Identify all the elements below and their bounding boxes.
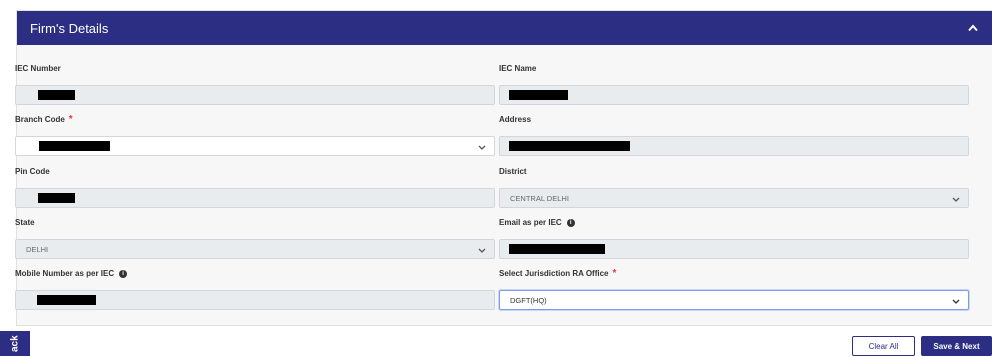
redacted-value (509, 141, 630, 151)
iec-name-field: IEC Name (499, 63, 969, 105)
district-field: District CENTRAL DELHI (499, 166, 969, 208)
redacted-value (509, 90, 568, 100)
mobile-input[interactable] (15, 290, 495, 310)
chevron-down-icon (478, 248, 486, 253)
info-icon[interactable]: i (566, 219, 575, 227)
iec-name-label: IEC Name (499, 64, 537, 73)
pin-code-input[interactable] (15, 188, 495, 208)
branch-code-select[interactable] (15, 136, 495, 156)
jurisdiction-value: DGFT(HQ) (510, 295, 547, 305)
state-field: State DELHI (15, 217, 495, 259)
district-select[interactable]: CENTRAL DELHI (499, 188, 969, 208)
redacted-value (39, 141, 110, 151)
address-input[interactable] (499, 136, 969, 156)
address-field: Address (499, 114, 969, 156)
redacted-value (509, 244, 605, 254)
redacted-value (38, 193, 75, 203)
email-field: Email as per IEC i (499, 217, 969, 259)
mobile-field: Mobile Number as per IEC i (15, 268, 495, 310)
redacted-value (37, 295, 96, 305)
clear-all-button[interactable]: Clear All (852, 336, 915, 356)
iec-number-input[interactable] (15, 85, 495, 105)
iec-number-label: IEC Number (15, 64, 61, 73)
required-marker: * (612, 268, 617, 279)
redacted-value (38, 90, 75, 100)
panel-title: Firm's Details (30, 20, 109, 36)
state-label: State (15, 218, 35, 227)
pin-code-field: Pin Code (15, 166, 495, 208)
chevron-down-icon (952, 299, 960, 304)
feedback-tab[interactable]: ack (0, 331, 30, 356)
district-value: CENTRAL DELHI (510, 193, 569, 203)
jurisdiction-select[interactable]: DGFT(HQ) (499, 290, 969, 310)
chevron-down-icon (952, 197, 960, 202)
chevron-up-icon[interactable] (964, 19, 982, 37)
mobile-label: Mobile Number as per IEC i (15, 268, 495, 280)
iec-name-input[interactable] (499, 85, 969, 105)
branch-code-field: Branch Code * (15, 114, 495, 156)
save-next-button[interactable]: Save & Next (921, 336, 992, 356)
panel-header[interactable]: Firm's Details (17, 11, 992, 45)
district-label: District (499, 167, 527, 176)
email-input[interactable] (499, 239, 969, 259)
address-label: Address (499, 115, 532, 124)
iec-number-field: IEC Number (15, 63, 495, 105)
email-label: Email as per IEC i (499, 217, 969, 229)
pin-code-label: Pin Code (15, 167, 50, 176)
branch-code-label: Branch Code * (15, 114, 73, 125)
chevron-down-icon (478, 145, 486, 150)
required-marker: * (68, 114, 73, 125)
state-value: DELHI (26, 244, 49, 254)
info-icon[interactable]: i (119, 270, 128, 278)
state-select[interactable]: DELHI (15, 239, 495, 259)
jurisdiction-field: Select Jurisdiction RA Office * DGFT(HQ) (499, 268, 969, 310)
jurisdiction-label: Select Jurisdiction RA Office * (499, 268, 617, 279)
